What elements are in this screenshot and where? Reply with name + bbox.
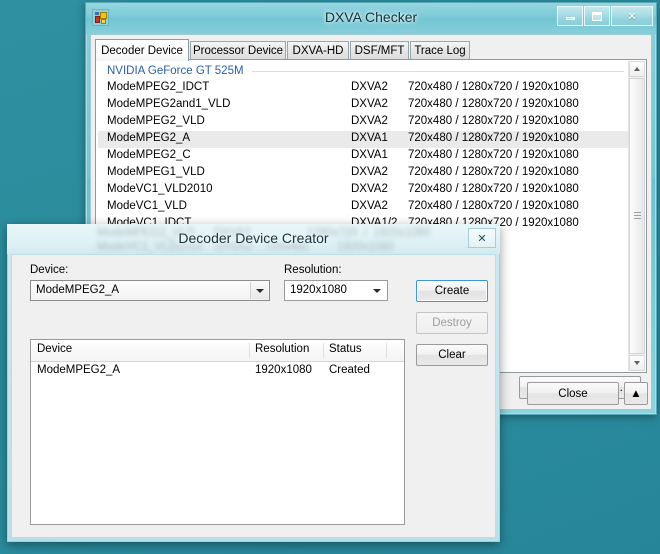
list-group-header: NVIDIA GeForce GT 525M: [98, 62, 628, 80]
resolution-select-value: 1920x1080: [290, 284, 347, 296]
group-header-label: NVIDIA GeForce GT 525M: [107, 65, 244, 77]
resolution-field-label: Resolution:: [284, 264, 342, 276]
dialog-title: Decoder Device Creator: [7, 230, 500, 246]
tab-trace-log[interactable]: Trace Log: [410, 41, 470, 60]
resolution-select[interactable]: 1920x1080: [284, 280, 388, 301]
tab-processor-device[interactable]: Processor Device: [190, 41, 286, 60]
maximize-icon: [585, 7, 609, 25]
cell-resolutions: 720x480 / 1280x720 / 1920x1080: [408, 81, 579, 93]
cell-api: DXVA2: [351, 115, 388, 127]
scrollbar-thumb[interactable]: [629, 78, 645, 354]
cell-api: DXVA2: [351, 183, 388, 195]
cell-api: DXVA2: [351, 166, 388, 178]
cell-device-name: ModeMPEG2_IDCT: [107, 81, 209, 93]
table-row[interactable]: ModeMPEG2_A 1920x1080 Created: [31, 362, 404, 381]
dialog-titlebar[interactable]: ModeMPEG2_VLD DXVA2 1280x720 / 1920x1080…: [7, 224, 500, 254]
cell-api: DXVA2: [351, 200, 388, 212]
table-row[interactable]: ModeMPEG2_IDCT DXVA2 720x480 / 1280x720 …: [98, 80, 628, 97]
tab-dsf-mft[interactable]: DSF/MFT: [350, 41, 409, 60]
cell-api: DXVA2: [351, 98, 388, 110]
cell-resolutions: 720x480 / 1280x720 / 1920x1080: [408, 98, 579, 110]
column-header-extra[interactable]: [386, 343, 392, 358]
cell-resolutions: 720x480 / 1280x720 / 1920x1080: [408, 166, 579, 178]
close-icon: ✕: [477, 232, 486, 245]
cell-resolutions: 720x480 / 1280x720 / 1920x1080: [408, 200, 579, 212]
grid-header-row: Device Resolution Status: [31, 340, 404, 362]
scroll-down-icon[interactable]: [629, 355, 645, 371]
chevron-down-icon[interactable]: [370, 281, 384, 300]
close-button[interactable]: Close: [527, 382, 619, 405]
close-icon: ✕: [612, 7, 652, 25]
table-row[interactable]: ModeMPEG2_C DXVA1 720x480 / 1280x720 / 1…: [98, 148, 628, 165]
cell-device-name: ModeVC1_VLD: [107, 200, 187, 212]
tab-decoder-device[interactable]: Decoder Device: [95, 39, 189, 61]
tab-dxva-hd[interactable]: DXVA-HD: [287, 41, 349, 60]
scrollbar-grip-icon: [634, 212, 641, 220]
device-field-label: Device:: [30, 264, 68, 276]
main-titlebar[interactable]: DXVA Checker ✕: [86, 3, 656, 34]
create-button[interactable]: Create: [416, 280, 488, 302]
cell-device-name: ModeMPEG2_VLD: [107, 115, 205, 127]
table-row[interactable]: ModeMPEG1_VLD DXVA2 720x480 / 1280x720 /…: [98, 165, 628, 182]
list-scrollbar[interactable]: [628, 61, 645, 371]
table-row[interactable]: ModeMPEG2_VLD DXVA2 720x480 / 1280x720 /…: [98, 114, 628, 131]
minimize-button[interactable]: [557, 6, 583, 26]
created-devices-grid[interactable]: Device Resolution Status ModeMPEG2_A 192…: [30, 339, 405, 525]
cell-device-name: ModeMPEG2_A: [107, 132, 190, 144]
cell-device-name: ModeMPEG1_VLD: [107, 166, 205, 178]
destroy-button: Destroy: [416, 312, 488, 334]
cell-api: DXVA1: [351, 132, 388, 144]
device-select[interactable]: ModeMPEG2_A: [30, 280, 270, 301]
column-header-resolution[interactable]: Resolution: [249, 343, 309, 358]
device-select-value: ModeMPEG2_A: [36, 284, 119, 296]
scroll-up-icon[interactable]: [629, 61, 645, 77]
collapse-button[interactable]: ▲: [624, 382, 648, 405]
cell-resolutions: 720x480 / 1280x720 / 1920x1080: [408, 183, 579, 195]
cell-api: DXVA1: [351, 149, 388, 161]
decoder-device-creator-dialog: ModeMPEG2_VLD DXVA2 1280x720 / 1920x1080…: [7, 224, 500, 542]
minimize-icon: [558, 7, 582, 25]
cell-device-name: ModeMPEG2_C: [107, 149, 191, 161]
cell-resolutions: 720x480 / 1280x720 / 1920x1080: [408, 132, 579, 144]
group-header-rule: [252, 71, 624, 72]
close-window-button[interactable]: ✕: [611, 6, 653, 26]
dialog-client-area: Device: ModeMPEG2_A Resolution: 1920x108…: [11, 254, 496, 538]
table-row-selected[interactable]: ModeMPEG2_A DXVA1 720x480 / 1280x720 / 1…: [98, 131, 628, 148]
cell-device-name: ModeMPEG2and1_VLD: [107, 98, 230, 110]
table-row[interactable]: ModeVC1_VLD2010 DXVA2 720x480 / 1280x720…: [98, 182, 628, 199]
tabstrip: Decoder Device Processor Device DXVA-HD …: [95, 39, 647, 60]
dialog-close-button[interactable]: ✕: [468, 228, 496, 248]
caption-buttons: ✕: [557, 6, 653, 26]
table-row[interactable]: ModeMPEG2and1_VLD DXVA2 720x480 / 1280x7…: [98, 97, 628, 114]
cell-resolutions: 720x480 / 1280x720 / 1920x1080: [408, 149, 579, 161]
chevron-up-icon: ▲: [630, 388, 641, 400]
cell-api: DXVA2: [351, 81, 388, 93]
cell-device-name: ModeVC1_VLD2010: [107, 183, 213, 195]
cell-resolutions: 720x480 / 1280x720 / 1920x1080: [408, 115, 579, 127]
maximize-button[interactable]: [584, 6, 610, 26]
clear-button[interactable]: Clear: [416, 344, 488, 366]
table-row[interactable]: ModeVC1_VLD DXVA2 720x480 / 1280x720 / 1…: [98, 199, 628, 216]
cell-status: Created: [329, 364, 370, 376]
cell-device: ModeMPEG2_A: [37, 364, 120, 376]
column-header-status[interactable]: Status: [323, 343, 362, 358]
column-header-device[interactable]: Device: [31, 343, 72, 358]
cell-resolution: 1920x1080: [255, 364, 312, 376]
chevron-down-icon[interactable]: [250, 282, 268, 299]
